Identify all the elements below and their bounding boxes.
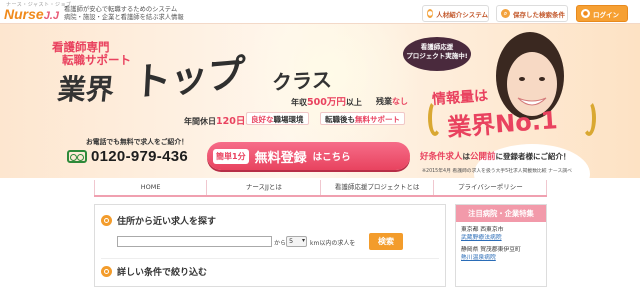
featured-link[interactable]: 武蔵野療法病院 xyxy=(461,234,541,242)
hero-banner: 看護師専門 転職サポート 業界 トップ クラス 年収500万円以上 残業なし 年… xyxy=(0,24,640,178)
main-nav: HOME ナースJJとは 看護師応援プロジェクトとは プライバシーポリシー xyxy=(94,180,547,197)
search-icon xyxy=(101,266,112,277)
featured-title: 注目病院・企業特集 xyxy=(456,205,546,222)
list-item: 東京都 西東京市 武蔵野療法病院 xyxy=(456,222,546,242)
list-item: 静岡県 賀茂郡東伊豆町 熱川温泉病院 xyxy=(456,242,546,262)
featured-location: 静岡県 賀茂郡東伊豆町 xyxy=(461,247,521,253)
featured-sidebar: 注目病院・企業特集 東京都 西東京市 武蔵野療法病院 静岡県 賀茂郡東伊豆町 熱… xyxy=(455,204,547,287)
salary-post: 以上 xyxy=(345,98,362,107)
nav-about[interactable]: ナースJJとは xyxy=(207,180,321,195)
project-bubble: 看護師応援 プロジェクト実施中! xyxy=(403,37,471,71)
agent-system-label: 人材紹介システム xyxy=(436,10,488,19)
nav-project[interactable]: 看護師応援プロジェクトとは xyxy=(320,180,434,195)
address-input[interactable] xyxy=(117,236,272,247)
holiday-pre: 年間休日 xyxy=(184,117,216,126)
hero-sub-2: 転職サポート xyxy=(62,53,131,67)
hero-big-1: 業界 xyxy=(56,74,116,105)
environment-chip: 良好な職場環境 xyxy=(246,112,309,125)
nav-privacy[interactable]: プライバシーポリシー xyxy=(433,180,547,195)
detail-search-title: 詳しい条件で絞り込む xyxy=(117,268,208,278)
good-conditions-note: 好条件求人は公開前に登録者様にご紹介！ xyxy=(420,150,570,162)
good-pink-1: 好条件求人 xyxy=(420,152,463,162)
login-button[interactable]: ● ログイン xyxy=(576,5,628,22)
km-select-value: 5 xyxy=(289,237,294,245)
free-dial-icon xyxy=(67,150,87,163)
site-header: ナース・ジャスト・ジョブ NurseJ.J 看護師が安心で転職するためのシステム… xyxy=(0,0,640,24)
register-easy-badge: 簡単1分 xyxy=(213,148,249,164)
support-chip: 転職後も無料サポート xyxy=(320,112,405,125)
featured-link[interactable]: 熱川温泉病院 xyxy=(461,254,541,262)
register-main: 無料登録 xyxy=(254,150,307,166)
search-panel: 住所から近い求人を探す から 5 km以内の求人を 検索 詳しい条件で絞り込む xyxy=(94,204,446,287)
lock-icon: ● xyxy=(581,9,590,18)
agent-system-button[interactable]: ● 人材紹介システム xyxy=(422,5,489,22)
saved-search-button[interactable]: ⌕ 保存した検索条件 xyxy=(496,5,568,22)
laurel-left-icon xyxy=(428,100,442,136)
nav-home[interactable]: HOME xyxy=(94,180,208,195)
bubble-line-2: プロジェクト実施中! xyxy=(406,52,468,60)
good-mid: は xyxy=(462,152,471,161)
overtime-value: なし xyxy=(392,97,408,106)
saved-search-label: 保存した検索条件 xyxy=(513,10,565,19)
good-pink-2: 公開前 xyxy=(470,152,496,162)
search-icon xyxy=(101,215,112,226)
km-label: km以内の求人を xyxy=(310,240,356,247)
detail-search-heading[interactable]: 詳しい条件で絞り込む xyxy=(101,265,207,278)
search-button[interactable]: 検索 xyxy=(369,233,403,250)
logo-main: Nurse xyxy=(4,6,44,22)
near-search-heading: 住所から近い求人を探す xyxy=(101,214,216,227)
hero-big-2: トップ xyxy=(132,50,246,105)
featured-location: 東京都 西東京市 xyxy=(461,227,504,233)
holiday-value: 120日 xyxy=(216,116,246,127)
near-search-title: 住所から近い求人を探す xyxy=(117,217,217,227)
salary-value: 500万円 xyxy=(307,97,346,108)
register-button[interactable]: 簡単1分 無料登録 はこちら xyxy=(207,142,410,170)
register-rest: はこちら xyxy=(312,152,351,163)
salary-feature: 年収500万円以上 xyxy=(291,94,362,108)
hero-big-3: クラス xyxy=(271,67,333,95)
logo-accent: J.J xyxy=(43,10,59,22)
salary-pre: 年収 xyxy=(291,98,307,107)
phone-number[interactable]: 0120-979-436 xyxy=(91,148,188,165)
divider xyxy=(101,258,439,259)
hero-footnote: ※2015年4月 看護師の求人を扱う大手5社求人掲載数比較 ナース調べ xyxy=(422,169,572,174)
good-rest: に登録者様にご紹介！ xyxy=(495,152,571,161)
site-logo[interactable]: NurseJ.J xyxy=(4,6,59,22)
overtime-pre: 残業 xyxy=(376,97,392,106)
environment-pink: 良好な xyxy=(251,115,274,124)
overtime-feature: 残業なし xyxy=(376,96,408,107)
phone-note: お電話でも無料で求人をご紹介！ xyxy=(86,138,188,146)
from-label: から xyxy=(274,240,287,247)
laurel-right-icon xyxy=(582,100,596,136)
environment-text: 職場環境 xyxy=(273,115,304,124)
bubble-line-1: 看護師応援 xyxy=(420,43,454,51)
support-pink: 無料サポート xyxy=(355,115,400,124)
login-label: ログイン xyxy=(593,10,619,19)
search-icon: ⌕ xyxy=(501,9,510,18)
km-select[interactable]: 5 xyxy=(286,236,307,247)
support-pre: 転職後も xyxy=(325,115,355,124)
person-icon: ● xyxy=(427,9,434,18)
tagline-2: 病院・施設・企業と看護師を結ぶ求人情報 xyxy=(64,14,184,21)
